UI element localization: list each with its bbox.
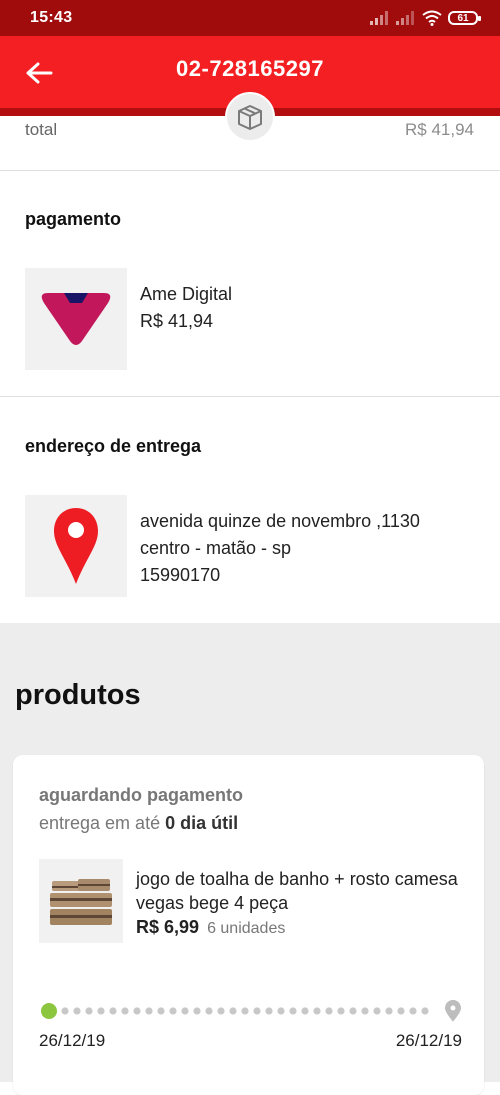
destination-pin-icon (445, 1000, 461, 1022)
progress-dot (385, 1007, 393, 1015)
progress-dot (181, 1007, 189, 1015)
package-badge (225, 92, 275, 142)
progress-dot (265, 1007, 273, 1015)
progress-dot (217, 1007, 225, 1015)
order-number-title: 02-728165297 (176, 56, 324, 81)
progress-dot (277, 1007, 285, 1015)
progress-dot (337, 1007, 345, 1015)
tracking-start-date: 26/12/19 (39, 1031, 106, 1050)
progress-dot (169, 1007, 177, 1015)
address-title: endereço de entrega (25, 436, 202, 456)
progress-dot (241, 1007, 249, 1015)
progress-dots (61, 1007, 429, 1015)
progress-dot (193, 1007, 201, 1015)
progress-dot (229, 1007, 237, 1015)
address-zip: 15990170 (140, 565, 221, 585)
tracking-end-date: 26/12/19 (395, 1031, 462, 1050)
status-icons: 61 (370, 10, 481, 26)
progress-dot (409, 1007, 417, 1015)
progress-dot (313, 1007, 321, 1015)
delivery-prefix: entrega em até (39, 813, 161, 833)
ame-digital-logo (41, 293, 111, 345)
products-area: produtos aguardando pagamento entrega em… (0, 623, 500, 1095)
product-price-row: R$ 6,99 6 unidades (136, 917, 285, 938)
payment-amount: R$ 41,94 (140, 311, 214, 331)
progress-dot (361, 1007, 369, 1015)
progress-dot (373, 1007, 381, 1015)
progress-dot (133, 1007, 141, 1015)
progress-dot (421, 1007, 429, 1015)
progress-dot (205, 1007, 213, 1015)
progress-start-dot (41, 1003, 57, 1019)
payment-method: Ame Digital (140, 284, 233, 304)
address-map-thumb (25, 495, 127, 597)
wifi-icon (422, 10, 442, 26)
progress-dot (325, 1007, 333, 1015)
products-title: produtos (15, 679, 141, 711)
product-name[interactable]: jogo de toalha de banho + rosto camesa v… (136, 867, 466, 915)
progress-dot (349, 1007, 357, 1015)
product-card[interactable]: aguardando pagamento entrega em até 0 di… (13, 755, 484, 1095)
progress-dot (301, 1007, 309, 1015)
signal-icon-2 (396, 11, 414, 25)
package-box-icon (238, 105, 262, 130)
progress-dot (121, 1007, 129, 1015)
progress-dot (145, 1007, 153, 1015)
battery-icon: 61 (448, 11, 481, 25)
location-pin-icon (54, 508, 98, 584)
battery-level: 61 (457, 12, 469, 24)
product-image[interactable] (39, 859, 123, 943)
signal-icon (370, 11, 388, 25)
total-label: total (25, 120, 58, 139)
towel-set-image (50, 879, 112, 925)
delivery-progress-track (41, 1000, 461, 1022)
status-time: 15:43 (30, 9, 73, 26)
address-line-2: centro - matão - sp (140, 538, 292, 558)
product-price: R$ 6,99 (136, 917, 200, 937)
progress-dot (61, 1007, 69, 1015)
progress-dot (289, 1007, 297, 1015)
progress-dot (397, 1007, 405, 1015)
progress-dot (85, 1007, 93, 1015)
delivery-estimate: entrega em até 0 dia útil (39, 813, 238, 834)
payment-section: pagamento Ame Digital R$ 41,94 (0, 171, 500, 397)
total-value: R$ 41,94 (405, 120, 474, 139)
product-quantity: 6 unidades (207, 920, 286, 937)
progress-dot (253, 1007, 261, 1015)
payment-logo (25, 268, 127, 370)
payment-title: pagamento (25, 209, 122, 229)
delivery-days: 0 dia útil (165, 813, 239, 833)
progress-dot (109, 1007, 117, 1015)
status-bar: 15:43 61 (0, 0, 500, 36)
address-section: endereço de entrega avenida quinze de no… (0, 397, 500, 623)
order-status: aguardando pagamento (39, 785, 244, 805)
progress-dot (73, 1007, 81, 1015)
progress-dot (97, 1007, 105, 1015)
progress-dot (157, 1007, 165, 1015)
address-line-1: avenida quinze de novembro ,1130 (140, 511, 420, 531)
